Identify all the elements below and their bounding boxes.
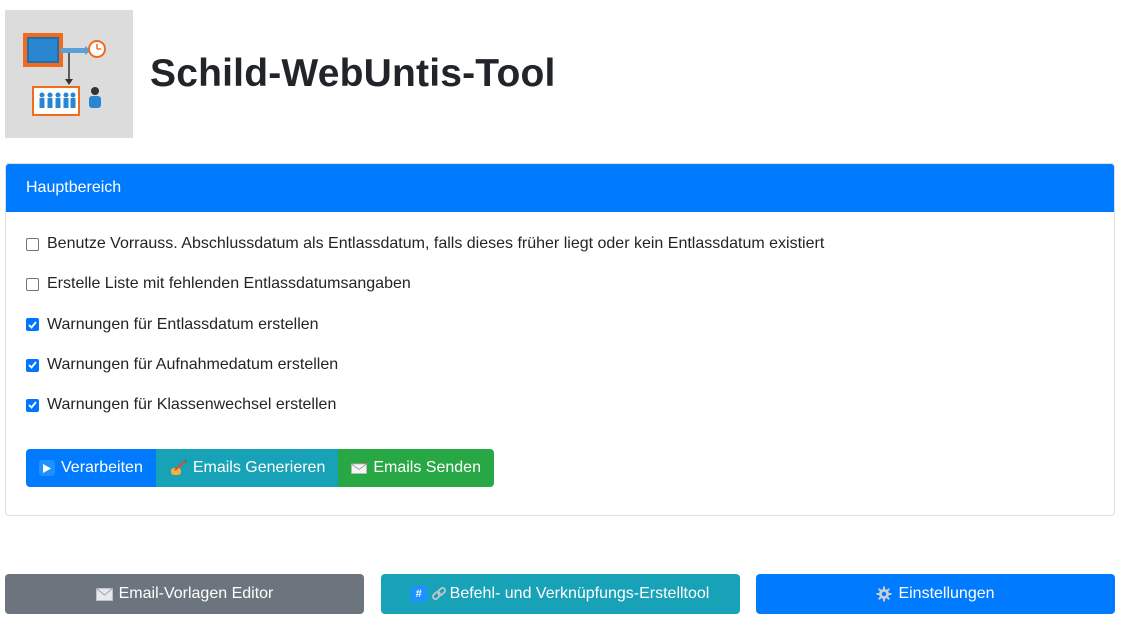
settings-button[interactable]: Einstellungen — [756, 574, 1115, 614]
checkbox-checked[interactable] — [26, 398, 39, 412]
app-header: Schild-WebUntis-Tool — [5, 10, 556, 138]
send-emails-button[interactable]: Emails Senden — [338, 449, 494, 488]
email-template-editor-label: Email-Vorlagen Editor — [118, 585, 274, 602]
settings-label: Einstellungen — [898, 585, 995, 602]
email-template-editor-button[interactable]: Email-Vorlagen Editor — [5, 574, 364, 614]
generate-emails-button[interactable]: Emails Generieren — [155, 449, 339, 488]
option-label: Warnungen für Klassenwechsel erstellen — [47, 396, 337, 414]
footer-button-bar: Email-Vorlagen Editor # Befehl- und Verk… — [5, 574, 1115, 614]
send-emails-label: Emails Senden — [373, 459, 481, 477]
card-body: Benutze Vorrauss. Abschlussdatum als Ent… — [6, 212, 1114, 488]
command-link-tool-label: Befehl- und Verknüpfungs-Erstelltool — [449, 585, 710, 602]
option-row[interactable]: Benutze Vorrauss. Abschlussdatum als Ent… — [26, 224, 1094, 264]
checkbox-unchecked[interactable] — [26, 277, 39, 291]
option-row[interactable]: Warnungen für Aufnahmedatum erstellen — [26, 345, 1094, 385]
option-label: Warnungen für Entlassdatum erstellen — [47, 315, 319, 333]
hash-icon: # — [410, 586, 427, 602]
writing-hand-icon — [169, 460, 187, 476]
generate-emails-label: Emails Generieren — [192, 459, 326, 477]
action-button-group: Verarbeiten Emails Generieren Emails Sen… — [26, 449, 1094, 488]
option-label: Erstelle Liste mit fehlenden Entlassdatu… — [47, 275, 411, 293]
envelope-icon — [351, 462, 368, 475]
option-row[interactable]: Warnungen für Klassenwechsel erstellen — [26, 385, 1094, 425]
school-schedule-logo-icon — [23, 33, 106, 116]
checkbox-checked[interactable] — [26, 358, 39, 372]
process-button-label: Verarbeiten — [61, 459, 143, 477]
option-row[interactable]: Erstelle Liste mit fehlenden Entlassdatu… — [26, 264, 1094, 304]
play-icon — [39, 460, 55, 477]
option-label: Warnungen für Aufnahmedatum erstellen — [47, 356, 339, 374]
gear-icon — [876, 586, 892, 602]
checkbox-checked[interactable] — [26, 318, 39, 332]
options-list: Benutze Vorrauss. Abschlussdatum als Ent… — [26, 224, 1094, 425]
app-logo — [5, 10, 133, 138]
link-icon — [431, 586, 447, 602]
process-button[interactable]: Verarbeiten — [26, 449, 156, 488]
envelope-icon — [95, 587, 113, 601]
option-row[interactable]: Warnungen für Entlassdatum erstellen — [26, 305, 1094, 345]
card-header: Hauptbereich — [6, 164, 1114, 212]
command-link-tool-button[interactable]: # Befehl- und Verknüpfungs-Erstelltool — [380, 574, 740, 614]
option-label: Benutze Vorrauss. Abschlussdatum als Ent… — [47, 235, 825, 253]
checkbox-unchecked[interactable] — [26, 237, 39, 251]
page-title: Schild-WebUntis-Tool — [150, 52, 556, 95]
main-card: Hauptbereich Benutze Vorrauss. Abschluss… — [5, 163, 1115, 516]
